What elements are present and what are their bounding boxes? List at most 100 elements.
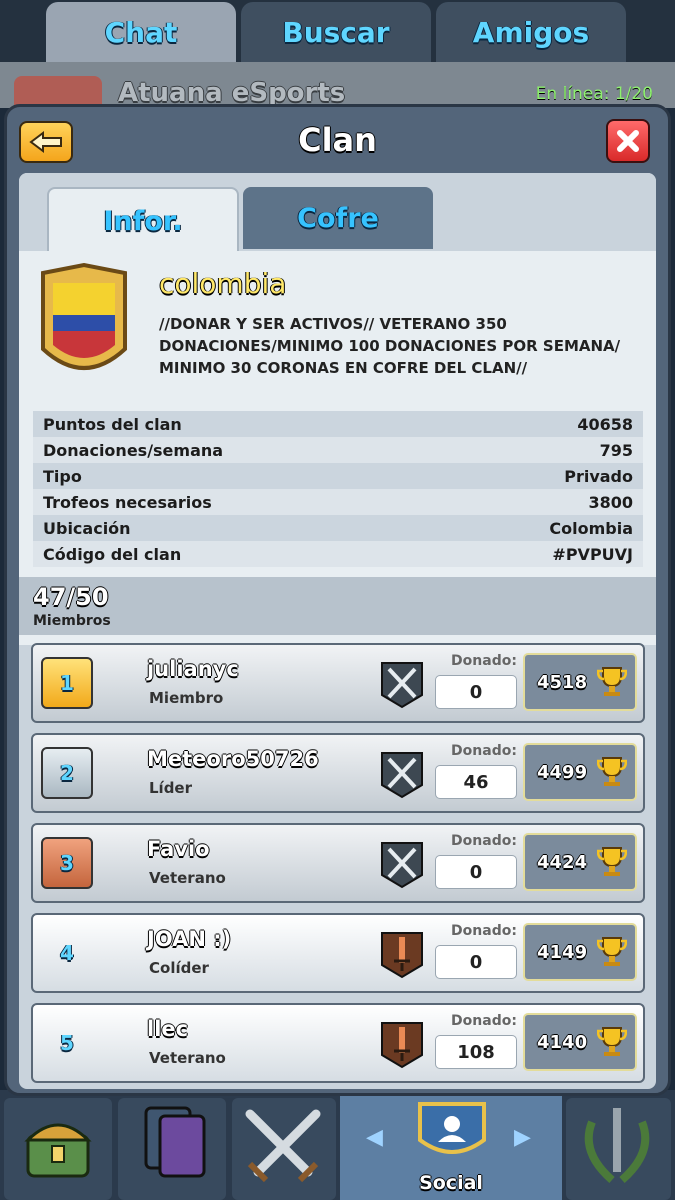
- rank-badge: 4: [41, 927, 93, 979]
- stat-label: Ubicación: [43, 518, 131, 538]
- member-role: Colíder: [149, 959, 209, 977]
- tab-search[interactable]: Buscar: [241, 2, 431, 62]
- stat-label: Trofeos necesarios: [43, 492, 212, 512]
- close-icon: [617, 130, 639, 152]
- laurel-sword-icon: [584, 1108, 650, 1184]
- social-icon: [418, 1102, 486, 1154]
- crossed-swords-icon: [245, 1109, 321, 1183]
- rank-badge: 3: [41, 837, 93, 889]
- trophy-box: 4149: [523, 923, 637, 981]
- crossed-swords-icon: [381, 752, 423, 799]
- stat-value: 40658: [577, 414, 633, 434]
- donated-label: Donado:: [451, 833, 517, 849]
- clan-panel: Infor. Cofre colombia //DONAR Y SER ACTI…: [19, 173, 656, 1089]
- donated-label: Donado:: [451, 743, 517, 759]
- stat-value: Privado: [564, 466, 633, 486]
- stat-value: 795: [599, 440, 633, 460]
- stat-value: Colombia: [549, 518, 633, 538]
- stat-label: Puntos del clan: [43, 414, 182, 434]
- crossed-swords-icon: [381, 662, 423, 709]
- donated-value: 0: [435, 675, 517, 709]
- tab-friends[interactable]: Amigos: [436, 2, 626, 62]
- crossed-swords-icon: [381, 842, 423, 889]
- modal-tabs: Infor. Cofre: [19, 173, 656, 253]
- member-role: Veterano: [149, 1049, 226, 1067]
- tab-friends-label: Amigos: [472, 15, 590, 49]
- stat-value: #PVPUVJ: [552, 544, 633, 564]
- tab-chest[interactable]: Cofre: [243, 187, 433, 249]
- member-list: 1 julianyc Miembro Donado: 0 4518 2 Mete…: [31, 643, 645, 1093]
- members-label: Miembros: [33, 613, 111, 629]
- trophy-count: 4149: [537, 941, 588, 963]
- member-name: JOAN :): [147, 927, 232, 951]
- nav-social-label: Social: [419, 1172, 483, 1194]
- modal-header: Clan: [7, 107, 668, 173]
- trophy-count: 4518: [537, 671, 588, 693]
- nav-left-arrow-icon[interactable]: ◀: [366, 1125, 383, 1150]
- sword-icon: [381, 932, 423, 979]
- chest-icon: [24, 1123, 92, 1178]
- donated-value: 108: [435, 1035, 517, 1069]
- cards-icon: [144, 1106, 206, 1178]
- member-row[interactable]: 2 Meteoro50726 Líder Donado: 46 4499: [31, 733, 645, 813]
- clan-stats: Puntos del clan 40658 Donaciones/semana 79…: [33, 411, 643, 567]
- member-role: Miembro: [149, 689, 224, 707]
- stat-label: Código del clan: [43, 544, 182, 564]
- tab-chest-label: Cofre: [297, 202, 379, 234]
- nav-right-arrow-icon[interactable]: ▶: [514, 1125, 531, 1150]
- trophy-icon: [597, 847, 627, 876]
- stat-label: Donaciones/semana: [43, 440, 224, 460]
- donated-label: Donado:: [451, 923, 517, 939]
- sword-icon: [381, 1022, 423, 1069]
- trophy-icon: [597, 757, 627, 786]
- member-rank: 3: [60, 851, 74, 875]
- trophy-box: 4424: [523, 833, 637, 891]
- member-row[interactable]: 5 llec Veterano Donado: 108 4140: [31, 1003, 645, 1083]
- rank-badge: 2: [41, 747, 93, 799]
- members-header: 47/50 Miembros: [19, 577, 656, 635]
- donated-label: Donado:: [451, 1013, 517, 1029]
- nav-tournaments[interactable]: [566, 1098, 671, 1200]
- member-rank: 5: [60, 1031, 74, 1055]
- donated-label: Donado:: [451, 653, 517, 669]
- clan-description: //DONAR Y SER ACTIVOS// VETERANO 350 DON…: [159, 315, 621, 377]
- stat-row: Tipo Privado: [33, 463, 643, 489]
- member-row[interactable]: 4 JOAN :) Colíder Donado: 0 4149: [31, 913, 645, 993]
- member-name: julianyc: [147, 657, 239, 681]
- trophy-icon: [597, 1027, 627, 1056]
- trophy-count: 4424: [537, 851, 588, 873]
- trophy-count: 4499: [537, 761, 588, 783]
- stat-row: Puntos del clan 40658: [33, 411, 643, 437]
- nav-shop[interactable]: [4, 1098, 112, 1200]
- member-name: Favio: [147, 837, 210, 861]
- trophy-box: 4140: [523, 1013, 637, 1071]
- trophy-box: 4518: [523, 653, 637, 711]
- member-row[interactable]: 1 julianyc Miembro Donado: 0 4518: [31, 643, 645, 723]
- tab-info[interactable]: Infor.: [47, 187, 239, 253]
- member-rank: 2: [60, 761, 74, 785]
- tab-chat-label: Chat: [104, 15, 178, 49]
- stat-row: Donaciones/semana 795: [33, 437, 643, 463]
- trophy-icon: [597, 667, 627, 696]
- trophy-count: 4140: [537, 1031, 588, 1053]
- close-button[interactable]: [606, 119, 650, 163]
- tab-chat[interactable]: Chat: [46, 2, 236, 62]
- donated-value: 0: [435, 945, 517, 979]
- nav-battle[interactable]: [232, 1098, 336, 1200]
- background-top-tabs: Chat Buscar Amigos: [0, 0, 675, 62]
- nav-cards[interactable]: [118, 1098, 226, 1200]
- stat-label: Tipo: [43, 466, 82, 486]
- rank-badge: 5: [41, 1017, 93, 1069]
- stat-row: Ubicación Colombia: [33, 515, 643, 541]
- clan-badge-icon: [41, 263, 127, 370]
- tab-search-label: Buscar: [282, 15, 390, 49]
- member-rank: 1: [60, 671, 74, 695]
- member-row[interactable]: 3 Favio Veterano Donado: 0 4424: [31, 823, 645, 903]
- members-count: 47/50: [33, 583, 109, 611]
- clan-name: colombia: [159, 267, 287, 300]
- clan-modal: Clan Infor. Cofre colombia //DONAR Y SER…: [4, 104, 671, 1096]
- donated-value: 0: [435, 855, 517, 889]
- stat-value: 3800: [588, 492, 633, 512]
- stat-row: Código del clan #PVPUVJ: [33, 541, 643, 567]
- member-name: Meteoro50726: [147, 747, 319, 771]
